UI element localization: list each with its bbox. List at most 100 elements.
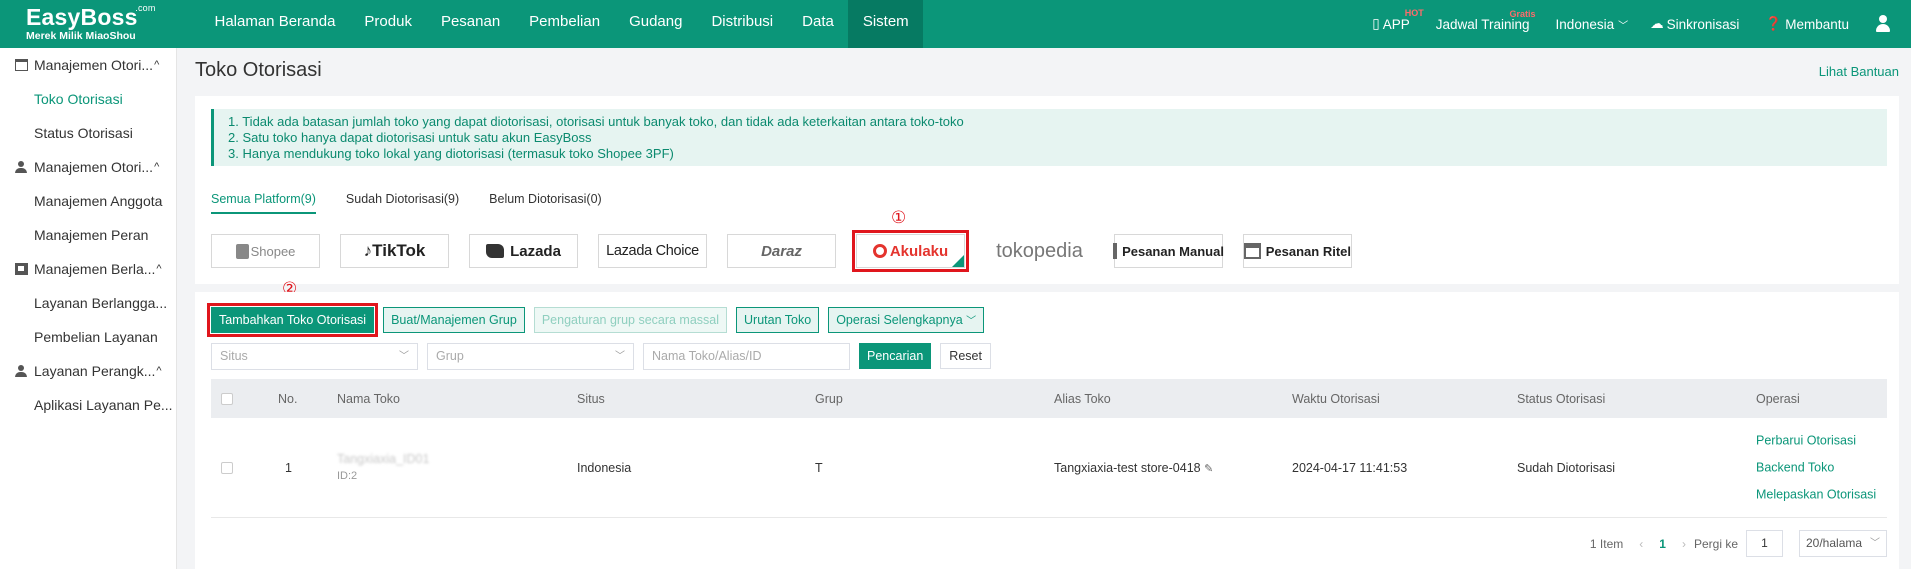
shopee-bag-icon xyxy=(235,243,249,259)
person-icon xyxy=(15,365,28,377)
help-link[interactable]: Lihat Bantuan xyxy=(1819,64,1899,79)
goto-page-input[interactable]: 1 xyxy=(1746,530,1783,557)
row-alias: Tangxiaxia-test store-0418 ✎ xyxy=(1054,461,1213,475)
column-group: Grup xyxy=(815,391,843,406)
platform-lazada-choice[interactable]: Lazada Choice xyxy=(598,234,707,268)
sidebar-item-manajemen-anggota[interactable]: Manajemen Anggota xyxy=(0,184,176,218)
mass-group-button[interactable]: Pengaturan grup secara massal xyxy=(533,307,728,333)
training-label: Jadwal Training xyxy=(1435,16,1530,32)
tab-authorized[interactable]: Sudah Diotorisasi(9) xyxy=(346,192,459,214)
sidebar-item-layanan-berlangganan[interactable]: Layanan Berlangga... xyxy=(0,286,176,320)
more-operations-button[interactable]: Operasi Selengkapnya ﹀ xyxy=(828,307,985,333)
notice-line: 1. Tidak ada batasan jumlah toko yang da… xyxy=(228,114,964,129)
store-icon xyxy=(15,59,28,71)
chevron-down-icon: ﹀ xyxy=(966,316,977,327)
search-button[interactable]: Pencarian xyxy=(859,343,932,369)
logo-domain: .com xyxy=(135,3,156,14)
sidebar-item-status-otorisasi[interactable]: Status Otorisasi xyxy=(0,116,176,150)
store-search-input[interactable]: Nama Toko/Alias/ID xyxy=(643,343,850,370)
training-link[interactable]: Jadwal Training Gratis xyxy=(1435,9,1536,32)
easyboss-logo[interactable]: EasyBoss .com Merek Milik MiaoShou xyxy=(0,3,178,43)
sidebar-item-toko-otorisasi[interactable]: Toko Otorisasi xyxy=(0,82,176,116)
sidebar-group-members[interactable]: Manajemen Otori... ^ xyxy=(0,150,176,184)
store-id-text: ID:2 xyxy=(337,469,358,482)
nav-purchases[interactable]: Pembelian xyxy=(515,0,615,48)
phone-icon: ▯ xyxy=(1372,16,1380,31)
prev-page-icon[interactable]: ‹ xyxy=(1639,537,1643,551)
country-dropdown[interactable]: Indonesia ﹀ xyxy=(1556,17,1629,32)
platform-lazada[interactable]: Lazada xyxy=(469,234,578,268)
site-select[interactable]: Situs ﹀ xyxy=(211,343,418,370)
platform-daraz[interactable]: Daraz xyxy=(727,234,836,268)
store-search-placeholder: Nama Toko/Alias/ID xyxy=(652,349,762,363)
lazada-heart-icon xyxy=(486,244,505,258)
renew-authorization-link[interactable]: Perbarui Otorisasi xyxy=(1756,427,1876,454)
user-icon[interactable] xyxy=(1875,15,1891,33)
row-checkbox[interactable] xyxy=(221,461,233,474)
platform-list: Shopee ♪ TikTok Lazada Lazada Choice Dara… xyxy=(211,230,1372,272)
sidebar-group-tools[interactable]: Layanan Perangk... ^ xyxy=(0,354,176,388)
filter-row: Situs ﹀ Grup ﹀ Nama Toko/Alias/ID Pencaria… xyxy=(211,343,991,370)
table-row: 1 Tangxiaxia_ID01 ID:2 Indonesia T Tangx… xyxy=(211,418,1887,518)
more-operations-label: Operasi Selengkapnya xyxy=(836,313,963,327)
akulaku-logo-icon xyxy=(872,244,887,258)
platform-shopee[interactable]: Shopee xyxy=(211,234,320,268)
add-store-button[interactable]: Tambahkan Toko Otorisasi xyxy=(206,303,379,337)
store-order-button[interactable]: Urutan Toko xyxy=(736,307,820,333)
nav-system[interactable]: Sistem xyxy=(848,0,924,48)
release-authorization-link[interactable]: Melepaskan Otorisasi xyxy=(1756,481,1876,508)
platform-retail-order[interactable]: Pesanan Ritel xyxy=(1243,234,1352,268)
help-menu[interactable]: ❓ Membantu xyxy=(1765,16,1849,32)
reset-button[interactable]: Reset xyxy=(940,343,991,369)
sidebar-item-manajemen-peran[interactable]: Manajemen Peran xyxy=(0,218,176,252)
platform-label: Pesanan Ritel xyxy=(1265,243,1351,259)
page-size-select[interactable]: 20/halama ﹀ xyxy=(1799,530,1887,557)
next-page-icon[interactable]: › xyxy=(1682,537,1686,551)
platform-akulaku[interactable]: Akulaku xyxy=(852,230,969,272)
platform-label: Daraz xyxy=(761,242,802,260)
pagination: 1 Item ‹ 1 › Pergi ke 1 20/halama ﹀ xyxy=(1590,530,1887,557)
page-number[interactable]: 1 xyxy=(1659,537,1666,551)
nav-data[interactable]: Data xyxy=(788,0,849,48)
sidebar-item-pembelian-layanan[interactable]: Pembelian Layanan xyxy=(0,320,176,354)
tab-unauthorized[interactable]: Belum Diotorisasi(0) xyxy=(489,192,602,214)
sidebar-group-label: Layanan Perangk... xyxy=(34,363,156,379)
sidebar-group-label: Manajemen Otori... xyxy=(34,57,154,73)
logo-subtitle: Merek Milik MiaoShou xyxy=(26,30,136,43)
store-icon xyxy=(1113,243,1118,259)
sidebar-item-aplikasi-layanan[interactable]: Aplikasi Layanan Pe... xyxy=(0,388,176,422)
store-backend-link[interactable]: Backend Toko xyxy=(1756,454,1876,481)
chevron-down-icon: ﹀ xyxy=(1618,20,1629,32)
nav-orders[interactable]: Pesanan xyxy=(426,0,514,48)
group-select[interactable]: Grup ﹀ xyxy=(427,343,634,370)
nav-warehouse[interactable]: Gudang xyxy=(615,0,697,48)
sync-link[interactable]: ☁ Sinkronisasi xyxy=(1650,16,1739,32)
column-site: Situs xyxy=(577,391,605,406)
edit-pencil-icon[interactable]: ✎ xyxy=(1204,463,1213,475)
app-link[interactable]: ▯ APP HOT xyxy=(1372,8,1423,32)
sidebar-group-authorization[interactable]: Manajemen Otori... ^ xyxy=(0,48,176,82)
app-label: APP xyxy=(1382,16,1410,32)
group-manage-button[interactable]: Buat/Manajemen Grup xyxy=(383,307,525,333)
row-site: Indonesia xyxy=(577,460,632,475)
group-placeholder: Grup xyxy=(436,349,464,363)
column-auth-status: Status Otorisasi xyxy=(1517,391,1606,406)
nav-distribution[interactable]: Distribusi xyxy=(697,0,788,48)
row-auth-time: 2024-04-17 11:41:53 xyxy=(1292,460,1408,475)
notice-line: 3. Hanya mendukung toko lokal yang dioto… xyxy=(228,146,674,161)
nav-products[interactable]: Produk xyxy=(350,0,427,48)
nav-home[interactable]: Halaman Beranda xyxy=(200,0,350,48)
total-count: 1 Item xyxy=(1589,536,1624,551)
step-marker-1: ① xyxy=(891,208,907,228)
chevron-down-icon: ﹀ xyxy=(615,351,625,362)
row-group: T xyxy=(815,460,823,475)
platform-tiktok[interactable]: ♪ TikTok xyxy=(340,234,449,268)
main-nav: Halaman Beranda Produk Pesanan Pembelian… xyxy=(200,0,924,48)
platform-tokopedia[interactable]: tokopedia xyxy=(985,234,1094,268)
platform-manual-order[interactable]: Pesanan Manual xyxy=(1113,234,1224,268)
tab-all-platforms[interactable]: Semua Platform(9) xyxy=(211,192,316,214)
row-operations: Perbarui Otorisasi Backend Toko Melepask… xyxy=(1756,427,1876,508)
select-all-checkbox[interactable] xyxy=(221,392,233,405)
row-no: 1 xyxy=(285,460,292,475)
sidebar-group-subscription[interactable]: Manajemen Berla... ^ xyxy=(0,252,176,286)
